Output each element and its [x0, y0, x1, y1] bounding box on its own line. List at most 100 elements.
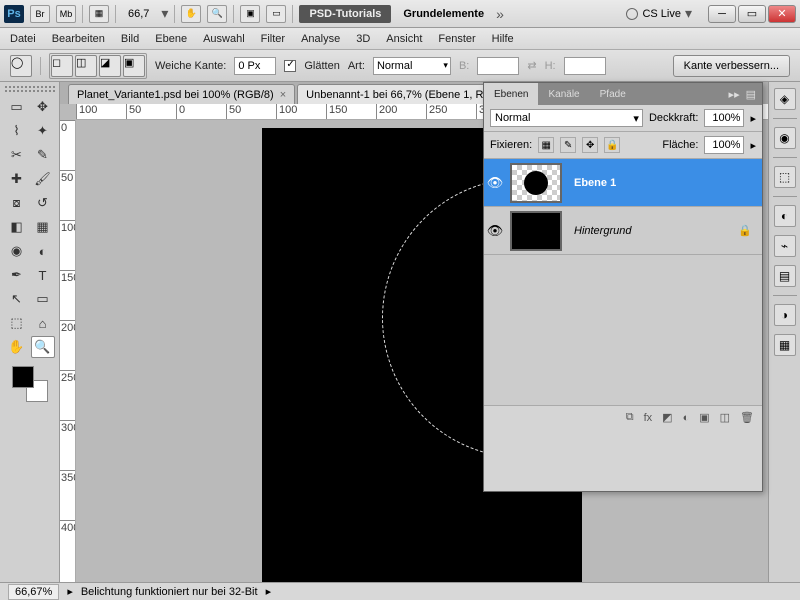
- minimize-button[interactable]: ─: [708, 5, 736, 23]
- menu-bearbeiten[interactable]: Bearbeiten: [52, 33, 105, 45]
- close-icon[interactable]: ×: [280, 89, 286, 101]
- add-selection-icon[interactable]: ◫: [75, 55, 97, 77]
- eraser-tool[interactable]: ◧: [5, 216, 29, 238]
- chevron-right-icon[interactable]: ▸: [266, 585, 272, 598]
- zoom-tool[interactable]: 🔍: [31, 336, 55, 358]
- marquee-tool[interactable]: ▭: [5, 96, 29, 118]
- tab-ebenen[interactable]: Ebenen: [484, 83, 538, 105]
- new-selection-icon[interactable]: ◻: [51, 55, 73, 77]
- 3d-camera-tool[interactable]: ⌂: [31, 312, 55, 334]
- screenmode-icon[interactable]: ▭: [266, 5, 286, 23]
- wand-tool[interactable]: ✦: [31, 120, 55, 142]
- eyedropper-tool[interactable]: ✎: [31, 144, 55, 166]
- 3d-tool[interactable]: ⬚: [5, 312, 29, 334]
- layer-thumbnail[interactable]: [510, 211, 562, 251]
- minibridge-icon[interactable]: Mb: [56, 5, 76, 23]
- chevron-right-icon[interactable]: »: [496, 6, 504, 22]
- layer-thumbnail[interactable]: [510, 163, 562, 203]
- view-extras-icon[interactable]: ▦: [89, 5, 109, 23]
- transform-icon[interactable]: ⬚: [774, 166, 796, 188]
- menu-ansicht[interactable]: Ansicht: [386, 33, 422, 45]
- menu-filter[interactable]: Filter: [261, 33, 285, 45]
- gradient-tool[interactable]: ▦: [31, 216, 55, 238]
- tab-pfade[interactable]: Pfade: [590, 83, 636, 105]
- type-tool[interactable]: T: [31, 264, 55, 286]
- chevron-right-icon[interactable]: ▸: [67, 585, 73, 598]
- hand-icon[interactable]: ✋: [181, 5, 201, 23]
- sub-selection-icon[interactable]: ◪: [99, 55, 121, 77]
- mask-icon[interactable]: ◩: [662, 411, 672, 424]
- grip-icon[interactable]: [5, 86, 55, 92]
- crop-tool[interactable]: ✂: [5, 144, 29, 166]
- fx-icon[interactable]: fx: [644, 412, 653, 424]
- zoom-level[interactable]: 66,7: [122, 8, 155, 20]
- layer-name[interactable]: Ebene 1: [566, 177, 762, 189]
- lasso-tool[interactable]: ⌇: [5, 120, 29, 142]
- stamp-tool[interactable]: ⧇: [5, 192, 29, 214]
- maximize-button[interactable]: ▭: [738, 5, 766, 23]
- new-layer-icon[interactable]: ◫: [720, 411, 730, 424]
- link-icon[interactable]: ⧉: [626, 411, 634, 424]
- antialias-checkbox[interactable]: [284, 60, 296, 72]
- document-tab-1[interactable]: Planet_Variante1.psd bei 100% (RGB/8) ×: [68, 84, 295, 104]
- color-swatches[interactable]: [12, 366, 48, 402]
- tab-kanaele[interactable]: Kanäle: [538, 83, 589, 105]
- panel-menu-icon[interactable]: ▤: [746, 88, 756, 101]
- menu-analyse[interactable]: Analyse: [301, 33, 340, 45]
- group-icon[interactable]: ▣: [699, 411, 709, 424]
- feather-input[interactable]: 0 Px: [234, 57, 276, 75]
- layer-row[interactable]: 👁 Hintergrund 🔒: [484, 207, 762, 255]
- lock-position-icon[interactable]: ✥: [582, 137, 598, 153]
- hand-tool[interactable]: ✋: [5, 336, 29, 358]
- visibility-icon[interactable]: 👁: [484, 175, 506, 191]
- trash-icon[interactable]: 🗑: [740, 411, 754, 424]
- workspace-alt[interactable]: Grundelemente: [397, 8, 490, 20]
- path-select-tool[interactable]: ↖: [5, 288, 29, 310]
- menu-ebene[interactable]: Ebene: [155, 33, 187, 45]
- history-brush-tool[interactable]: ↺: [31, 192, 55, 214]
- chevron-right-icon[interactable]: ▸: [750, 112, 756, 125]
- opacity-input[interactable]: 100%: [704, 109, 744, 127]
- dodge-tool[interactable]: ◐: [31, 240, 55, 262]
- workspace-selector[interactable]: PSD-Tutorials: [299, 5, 391, 23]
- menu-bild[interactable]: Bild: [121, 33, 139, 45]
- lock-paint-icon[interactable]: ✎: [560, 137, 576, 153]
- swatch-icon[interactable]: ▦: [774, 334, 796, 356]
- brush-tool[interactable]: 🖌: [31, 168, 55, 190]
- blend-mode-select[interactable]: Normal: [490, 109, 643, 127]
- adjust-icon[interactable]: ◐: [774, 205, 796, 227]
- bw-icon[interactable]: ◑: [774, 304, 796, 326]
- arrange-icon[interactable]: ▣: [240, 5, 260, 23]
- paths-icon[interactable]: ⌁: [774, 235, 796, 257]
- close-button[interactable]: ✕: [768, 5, 796, 23]
- menu-3d[interactable]: 3D: [356, 33, 370, 45]
- menu-fenster[interactable]: Fenster: [438, 33, 475, 45]
- flyout-icon[interactable]: ▸▸: [729, 88, 740, 101]
- menu-auswahl[interactable]: Auswahl: [203, 33, 245, 45]
- cs-live-button[interactable]: CS Live ▾: [622, 5, 696, 22]
- fg-color[interactable]: [12, 366, 34, 388]
- bridge-icon[interactable]: Br: [30, 5, 50, 23]
- status-zoom[interactable]: 66,67%: [8, 584, 59, 600]
- move-tool[interactable]: ✥: [31, 96, 55, 118]
- layer-row[interactable]: 👁 Ebene 1: [484, 159, 762, 207]
- chevron-down-icon[interactable]: ▾: [161, 5, 168, 22]
- pen-tool[interactable]: ✒: [5, 264, 29, 286]
- lock-transparency-icon[interactable]: ▦: [538, 137, 554, 153]
- tool-preset-icon[interactable]: ◯: [10, 55, 32, 77]
- refine-edge-button[interactable]: Kante verbessern...: [673, 55, 790, 77]
- menu-hilfe[interactable]: Hilfe: [492, 33, 514, 45]
- menu-datei[interactable]: Datei: [10, 33, 36, 45]
- adjustment-icon[interactable]: ◐: [683, 412, 690, 424]
- actions-icon[interactable]: ▤: [774, 265, 796, 287]
- heal-tool[interactable]: ✚: [5, 168, 29, 190]
- visibility-icon[interactable]: 👁: [484, 223, 506, 239]
- layer-name[interactable]: Hintergrund: [566, 225, 728, 237]
- color-icon[interactable]: ◉: [774, 127, 796, 149]
- shape-tool[interactable]: ▭: [31, 288, 55, 310]
- fill-input[interactable]: 100%: [704, 136, 744, 154]
- layers-icon[interactable]: ◈: [774, 88, 796, 110]
- chevron-right-icon[interactable]: ▸: [750, 139, 756, 152]
- lock-all-icon[interactable]: 🔒: [604, 137, 620, 153]
- style-select[interactable]: Normal: [373, 57, 451, 75]
